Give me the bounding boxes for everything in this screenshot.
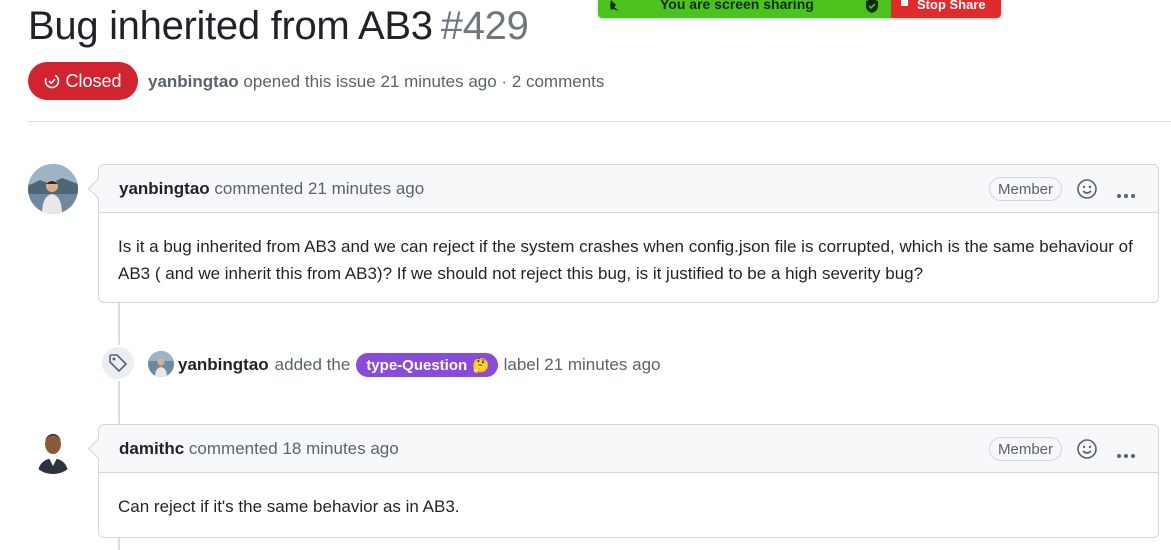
comment-author-line: damithc commented 18 minutes ago [119,439,399,459]
pin-icon[interactable] [608,0,622,15]
event-suffix[interactable]: label 21 minutes ago [504,355,661,375]
stop-share-button[interactable]: Stop Share [891,0,1001,18]
sharing-text: You are screen sharing [660,0,814,12]
issue-title-text: Bug inherited from AB3 [28,4,433,48]
avatar[interactable] [28,424,78,474]
issue-page: You are screen sharing Stop Share Bug in… [0,0,1171,550]
sharing-indicator: You are screen sharing [598,0,891,18]
issue-number: #429 [440,4,529,48]
label-event-text: yanbingtao added the type-Question 🤔 lab… [178,353,660,377]
comment-author-link[interactable]: damithc [119,439,184,458]
comment-body: Is it a bug inherited from AB3 and we ca… [118,237,1133,283]
add-reaction-icon[interactable] [1076,178,1098,205]
event-action: added the [274,355,351,374]
avatar[interactable] [148,351,174,377]
event-actor-link[interactable]: yanbingtao [178,355,269,375]
issue-opened-text: opened this issue 21 minutes ago · 2 com… [243,72,605,91]
screen-share-banner: You are screen sharing Stop Share [598,0,1001,18]
shield-icon [865,0,879,16]
member-badge: Member [988,437,1062,461]
tag-icon [100,345,136,381]
issue-meta: yanbingtao opened this issue 21 minutes … [148,72,604,92]
comment-card: damithc commented 18 minutes ago Member … [98,424,1159,538]
issue-author-link[interactable]: yanbingtao [148,72,239,91]
comment-timestamp[interactable]: commented 18 minutes ago [189,439,399,458]
thinking-face-icon: 🤔 [472,356,490,373]
header-divider [28,121,1171,122]
comment-card: yanbingtao commented 21 minutes ago Memb… [98,164,1159,303]
stop-share-label: Stop Share [917,0,986,12]
issue-state-badge: Closed [28,62,138,100]
label-name: type-Question [366,356,468,374]
comment-author-line: yanbingtao commented 21 minutes ago [119,179,424,199]
comment-author-link[interactable]: yanbingtao [119,179,210,198]
avatar[interactable] [28,164,78,214]
more-options-icon[interactable] [1116,446,1136,464]
type-question-label[interactable]: type-Question 🤔 [356,353,498,377]
comment-timestamp[interactable]: commented 21 minutes ago [214,179,424,198]
issue-state-label: Closed [65,70,122,91]
issue-closed-icon [45,73,60,89]
comment-header: damithc commented 18 minutes ago Member [99,425,1158,473]
member-badge: Member [988,177,1062,201]
stop-icon [901,0,908,6]
add-reaction-icon[interactable] [1076,438,1098,465]
comment-header: yanbingtao commented 21 minutes ago Memb… [99,165,1158,213]
comment-body: Can reject if it's the same behavior as … [118,497,460,516]
issue-title: Bug inherited from AB3 #429 [28,4,529,49]
more-options-icon[interactable] [1116,186,1136,204]
